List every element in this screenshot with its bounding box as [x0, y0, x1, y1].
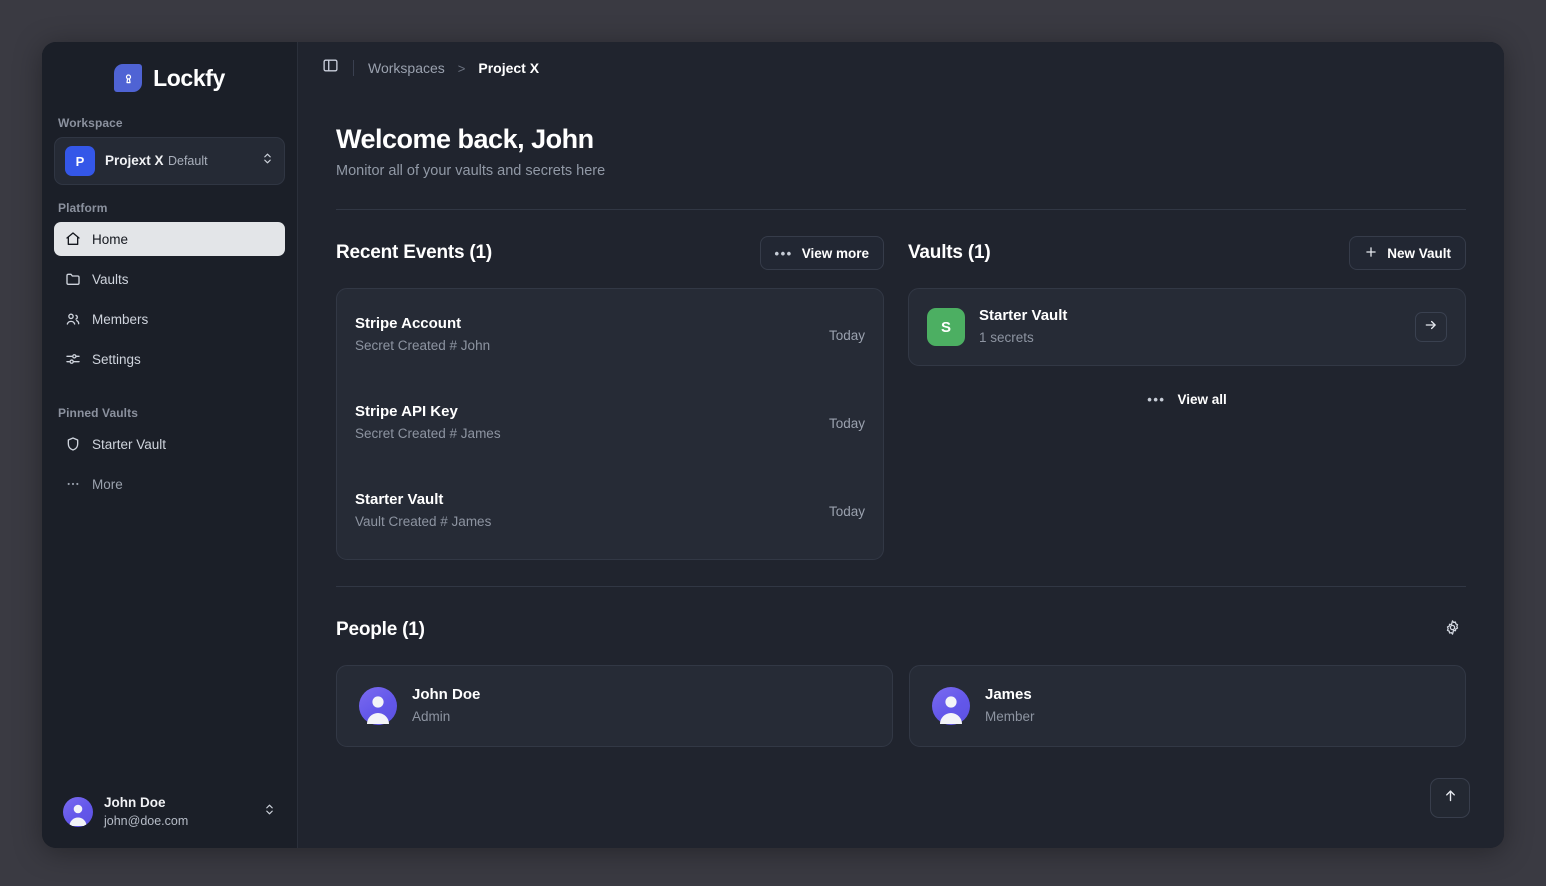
sidebar-footer: John Doe john@doe.com — [42, 776, 297, 848]
user-name: John Doe — [104, 795, 166, 810]
gear-icon — [1444, 619, 1461, 641]
workspace-switcher[interactable]: P Projext X Default — [54, 137, 285, 185]
sidebar-item-label: More — [92, 476, 123, 492]
user-email: john@doe.com — [104, 814, 189, 828]
vaults-title: Vaults (1) — [908, 242, 991, 263]
brand-name: Lockfy — [153, 64, 225, 91]
sidebar-item-vaults[interactable]: Vaults — [54, 262, 285, 296]
vaults-section: Vaults (1) New Vault S Starter Vault 1 s… — [908, 236, 1466, 560]
sidebar-item-members[interactable]: Members — [54, 302, 285, 336]
view-all-vaults-button[interactable]: ••• View all — [908, 380, 1466, 418]
section-divider — [336, 209, 1466, 210]
section-divider — [336, 586, 1466, 587]
vault-name: Starter Vault — [979, 307, 1068, 324]
recent-events-list: Stripe Account Secret Created # John Tod… — [336, 288, 884, 560]
view-more-label: View more — [801, 245, 869, 261]
sidebar-item-label: Settings — [92, 351, 141, 367]
brand: Lockfy — [42, 42, 297, 108]
chevrons-up-down-icon — [263, 803, 276, 821]
page-body: Welcome back, John Monitor all of your v… — [298, 124, 1504, 747]
avatar — [932, 687, 970, 725]
breadcrumb: Workspaces > Project X — [368, 60, 539, 76]
topbar: Workspaces > Project X — [298, 42, 1504, 94]
event-time: Today — [828, 503, 865, 519]
page-subtitle: Monitor all of your vaults and secrets h… — [336, 163, 606, 179]
sidebar-item-starter-vault[interactable]: Starter Vault — [54, 427, 285, 461]
people-settings-button[interactable] — [1438, 616, 1466, 644]
main-content: Workspaces > Project X Welcome back, Joh… — [298, 42, 1504, 848]
vault-card[interactable]: S Starter Vault 1 secrets — [908, 288, 1466, 366]
event-meta: Vault Created # James — [355, 514, 492, 529]
people-title: People (1) — [336, 619, 425, 640]
chevron-right-icon: > — [457, 60, 466, 76]
sidebar-item-label: Vaults — [92, 271, 129, 287]
sidebar: Lockfy Workspace P Projext X Default Pla… — [42, 42, 298, 848]
new-vault-button[interactable]: New Vault — [1349, 236, 1466, 270]
arrow-right-icon — [1424, 318, 1438, 337]
person-name: John Doe — [412, 686, 481, 703]
event-row[interactable]: Stripe API Key Secret Created # James To… — [355, 393, 865, 453]
sliders-icon — [65, 351, 81, 367]
sidebar-item-label: Members — [92, 311, 149, 327]
workspace-subtitle: Default — [167, 154, 208, 168]
arrow-up-icon — [1443, 788, 1458, 808]
breadcrumb-workspaces[interactable]: Workspaces — [368, 60, 445, 76]
sidebar-item-home[interactable]: Home — [54, 222, 285, 256]
person-card[interactable]: James Member — [909, 665, 1466, 747]
workspace-name: Projext X — [105, 153, 164, 168]
avatar — [63, 797, 93, 827]
recent-events-title: Recent Events (1) — [336, 242, 493, 263]
users-icon — [65, 311, 81, 327]
page-title: Welcome back, John — [336, 124, 594, 154]
avatar — [359, 687, 397, 725]
people-section: People (1) John Doe Admin James Member — [336, 613, 1466, 747]
pinned-vaults-label: Pinned Vaults — [58, 406, 138, 420]
user-account-switcher[interactable]: John Doe john@doe.com — [54, 788, 285, 836]
workspace-section-label: Workspace — [58, 116, 123, 130]
lock-keyhole-leaf-icon — [114, 64, 143, 92]
shield-icon — [65, 436, 81, 452]
event-name: Stripe API Key — [355, 403, 458, 420]
vault-secret-count: 1 secrets — [979, 330, 1034, 345]
sidebar-item-label: Starter Vault — [92, 436, 167, 452]
sidebar-item-label: Home — [92, 231, 129, 247]
person-card[interactable]: John Doe Admin — [336, 665, 893, 747]
vault-badge: S — [927, 308, 965, 346]
people-grid: John Doe Admin James Member — [336, 665, 1466, 747]
recent-events-section: Recent Events (1) ••• View more Stripe A… — [336, 236, 884, 560]
platform-section-label: Platform — [58, 201, 108, 215]
workspace-badge: P — [65, 146, 95, 176]
view-more-button[interactable]: ••• View more — [759, 236, 884, 270]
event-time: Today — [828, 327, 865, 343]
event-time: Today — [828, 415, 865, 431]
ellipsis-icon — [65, 476, 81, 492]
ellipsis-icon: ••• — [1147, 391, 1166, 407]
event-row[interactable]: Starter Vault Vault Created # James Toda… — [355, 481, 865, 541]
event-name: Stripe Account — [355, 315, 462, 332]
event-name: Starter Vault — [355, 491, 444, 508]
home-icon — [65, 231, 81, 247]
new-vault-label: New Vault — [1387, 245, 1451, 261]
topbar-divider — [353, 60, 354, 76]
plus-icon — [1364, 245, 1378, 262]
person-name: James — [985, 686, 1032, 703]
view-all-label: View all — [1177, 391, 1227, 407]
scroll-to-top-button[interactable] — [1430, 778, 1470, 818]
folder-icon — [65, 271, 81, 287]
event-row[interactable]: Stripe Account Secret Created # John Tod… — [355, 305, 865, 365]
ellipsis-icon: ••• — [774, 245, 793, 261]
event-meta: Secret Created # James — [355, 426, 501, 441]
pinned-nav: Starter Vault More — [42, 427, 297, 507]
sidebar-item-more[interactable]: More — [54, 467, 285, 501]
primary-nav: Home Vaults Members Settings — [42, 222, 297, 382]
chevrons-up-down-icon — [261, 152, 274, 170]
sidebar-item-settings[interactable]: Settings — [54, 342, 285, 376]
open-vault-button[interactable] — [1415, 312, 1447, 342]
panel-left-icon[interactable] — [322, 57, 339, 79]
breadcrumb-current: Project X — [478, 60, 540, 76]
event-meta: Secret Created # John — [355, 338, 491, 353]
person-role: Member — [985, 709, 1035, 724]
app-window: Lockfy Workspace P Projext X Default Pla… — [42, 42, 1504, 848]
person-role: Admin — [412, 709, 451, 724]
